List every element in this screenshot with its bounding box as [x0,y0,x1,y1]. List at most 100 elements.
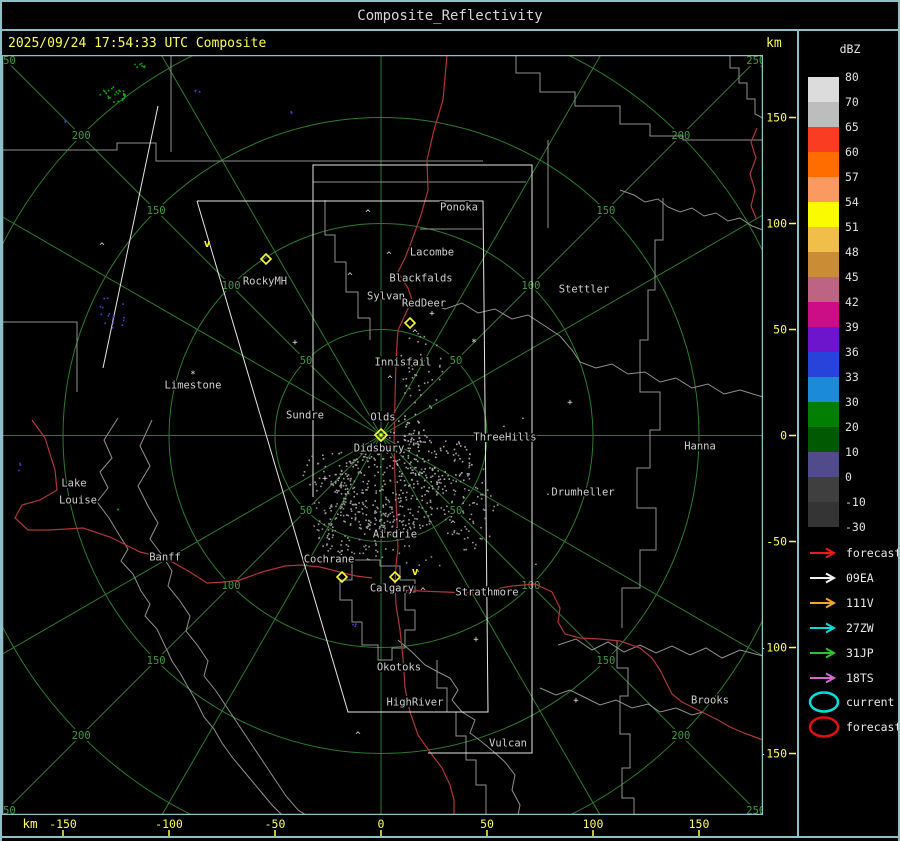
colorbar-tick-label: 10 [845,445,859,459]
colorbar-tick-label: -10 [845,495,866,509]
bottom-axis-tick-label: 150 [689,817,710,831]
colorbar-swatch [808,302,839,327]
city-label: Airdrie [373,529,417,541]
legend-ellipse-icon [808,716,840,738]
city-label: Innisfail [375,357,432,369]
colorbar-swatch [808,502,839,527]
colorbar-tick-label: -30 [845,520,866,534]
svg-text:^: ^ [347,272,353,282]
svg-text:*: * [190,370,195,380]
right-axis-tick-label: -150 [763,747,787,761]
legend-arrow-icon [810,647,837,659]
city-label: Vulcan [489,738,527,750]
city-label: Louise [59,495,97,507]
svg-text:150: 150 [596,205,615,217]
colorbar-legend-panel: dBZ 80 70 65 60 57 54 51 48 45 42 39 36 33 30 20 10 0 -10 -… [808,42,898,738]
colorbar-swatch [808,277,839,302]
window-border-top [0,0,900,2]
city-label: HighRiver [387,697,444,709]
colorbar-swatch [808,402,839,427]
right-axis-tick-label: -50 [766,535,787,549]
svg-text:^: ^ [355,731,361,741]
colorbar-swatch [808,77,839,102]
colorbar-swatch [808,202,839,227]
colorbar-tick-label: 42 [845,295,859,309]
svg-text:150: 150 [596,655,615,667]
legend-ellipse-label: forecast [846,720,898,734]
bottom-axis-unit-label: km [22,816,37,831]
svg-text:50: 50 [300,505,313,517]
city-label: Limestone [165,380,222,392]
bottom-axis-tick-label: 0 [378,817,385,831]
colorbar-tick-label: 20 [845,420,859,434]
bottom-axis-tick-label: -150 [49,817,77,831]
window-title: Composite_Reflectivity [357,8,543,24]
colorbar-tick-label: 65 [845,120,859,134]
colorbar-tick-label: 54 [845,195,859,209]
colorbar-tick-label: 39 [845,320,859,334]
city-label: Strathmore [455,587,518,599]
colorbar-swatch [808,427,839,452]
colorbar-tick-label: 51 [845,220,859,234]
colorbar-title: dBZ [840,42,861,56]
svg-text:250: 250 [746,805,763,815]
legend-ellipse-label: current [846,695,894,709]
colorbar-swatch [808,177,839,202]
svg-text:^: ^ [412,329,418,339]
svg-text:200: 200 [72,730,91,742]
right-axis-unit-label: km [766,36,782,51]
city-label: ThreeHills [473,432,536,444]
legend-arrow-icon [810,572,837,584]
bottom-axis-tick-label: 100 [583,817,604,831]
city-label: Didsbury [354,443,405,455]
svg-text:250: 250 [2,805,16,815]
svg-text:+: + [322,474,328,484]
bottom-axis: km -150 -100 -50 0 50 100 150 [22,816,710,836]
legend-arrow-icon [810,597,837,609]
colorbar-swatch [808,227,839,252]
svg-text:^: ^ [365,209,371,219]
city-label: RedDeer [402,298,446,310]
city-label: Sylvan [367,291,405,303]
window-border-bottom [0,836,900,838]
svg-text:^: ^ [420,587,426,597]
svg-text:+: + [573,696,579,706]
svg-text:200: 200 [72,130,91,142]
colorbar-tick-label: 33 [845,370,859,384]
svg-text:100: 100 [521,580,540,592]
svg-text:^: ^ [450,520,456,530]
svg-text:.: . [520,412,525,422]
colorbar-swatch [808,377,839,402]
colorbar-tick-label: 45 [845,270,859,284]
city-label: Calgary [370,583,414,595]
colorbar-swatch [808,477,839,502]
colorbar-tick-label: 57 [845,170,859,184]
colorbar-tick-label: 70 [845,95,859,109]
svg-text:v: v [204,237,211,250]
bottom-axis-tick-label: -100 [155,817,183,831]
city-label: Okotoks [377,662,421,674]
bottom-axis-tick-label: 50 [480,817,494,831]
legend-arrow-icon [810,622,837,634]
colorbar-swatch [808,452,839,477]
colorbar-tick-label: 30 [845,395,859,409]
timestamp-label: 2025/09/24 17:54:33 UTC Composite [8,36,267,51]
svg-text:250: 250 [746,55,763,67]
colorbar-swatch [808,252,839,277]
city-label: Brooks [691,695,729,707]
svg-text:250: 250 [2,55,16,67]
radar-app-window: Composite_Reflectivity 2025/09/24 17:54:… [0,0,900,841]
colorbar-swatch [808,127,839,152]
colorbar-tick-label: 60 [845,145,859,159]
svg-text:^: ^ [387,375,393,385]
city-label: Sundre [286,410,324,422]
right-axis-tick-label: 150 [766,111,787,125]
svg-text:50: 50 [450,505,463,517]
city-label: Stettler [559,284,610,296]
right-axis-tick-label: 50 [773,323,787,337]
svg-text:150: 150 [147,655,166,667]
legend-arrow-label: 27ZW [846,621,874,635]
radar-map: 5050505010010010010015015015015020020020… [2,55,763,815]
legend-ellipse-icon [808,691,840,713]
svg-text:+: + [292,338,298,348]
